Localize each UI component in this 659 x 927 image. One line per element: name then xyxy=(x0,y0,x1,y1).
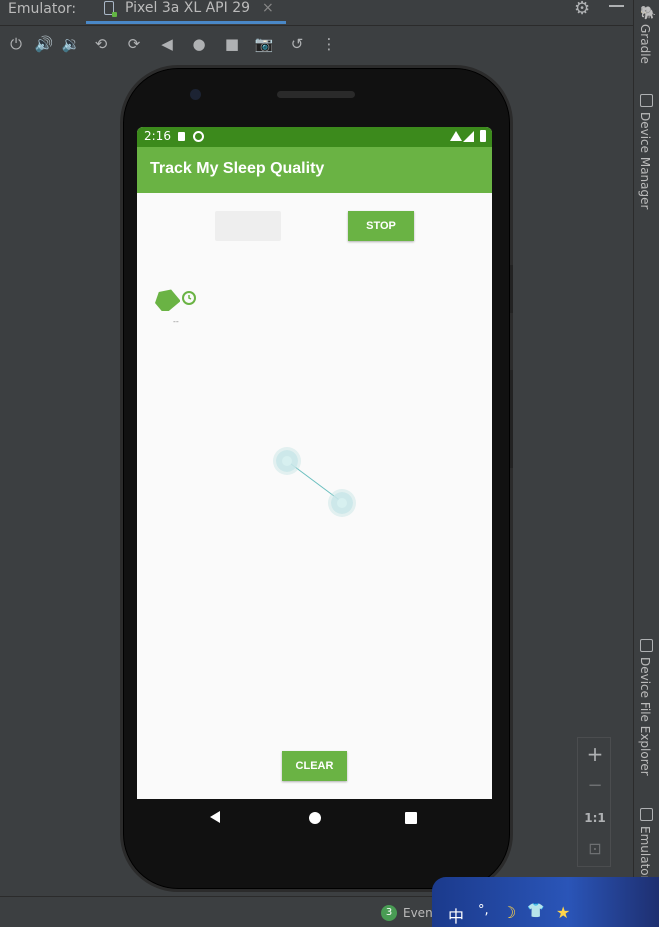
minimize-icon[interactable] xyxy=(609,5,624,7)
back-icon[interactable]: ◀ xyxy=(157,34,177,54)
rotate-left-icon[interactable]: ⟲ xyxy=(91,34,111,54)
night-quality-text: -- xyxy=(173,317,179,326)
sd-card-icon xyxy=(178,132,185,141)
event-log-tab[interactable]: Even xyxy=(403,906,433,920)
status-time: 2:16 xyxy=(144,129,171,143)
battery-icon xyxy=(480,130,486,142)
sleep-quality-icon xyxy=(155,289,180,311)
device-file-explorer-tool-tab[interactable]: Device File Explorer xyxy=(638,657,652,776)
device-file-explorer-icon xyxy=(640,639,653,652)
touch-point-two xyxy=(331,492,353,514)
device-icon xyxy=(104,1,117,17)
gradle-icon: 🐘 xyxy=(640,6,657,21)
wifi-icon xyxy=(450,131,462,141)
sync-icon xyxy=(193,131,204,142)
zoom-fit-button[interactable]: ⊡ xyxy=(578,839,612,858)
emulator-tab-bar: Emulator: Pixel 3a XL API 29 × ⚙ xyxy=(0,0,633,26)
gradle-tool-tab[interactable]: Gradle xyxy=(638,24,652,64)
emulator-toolbar: ⏻ 🔊 🔉 ⟲ ⟳ ◀ ● ■ 📷 ↺ ⋮ xyxy=(0,27,633,61)
star-icon[interactable]: ★ xyxy=(556,903,570,922)
touch-point-one xyxy=(276,450,298,472)
phone-volume-button[interactable] xyxy=(510,370,513,468)
more-icon[interactable]: ⋮ xyxy=(319,34,339,54)
power-icon[interactable]: ⏻ xyxy=(6,34,26,54)
device-manager-icon xyxy=(640,94,653,107)
zoom-panel: + − 1:1 ⊡ xyxy=(577,737,611,867)
clear-button[interactable]: CLEAR xyxy=(282,751,347,781)
volume-up-icon[interactable]: 🔊 xyxy=(34,34,54,54)
ime-toolbar: 中 °, ☽ 👕 ★ xyxy=(432,877,659,927)
snapshot-icon[interactable]: ↺ xyxy=(287,34,307,54)
right-tool-strip: 🐘 Gradle Device Manager Device File Expl… xyxy=(633,0,659,927)
ime-punctuation-button[interactable]: °, xyxy=(478,903,489,918)
app-title: Track My Sleep Quality xyxy=(150,160,325,177)
phone-power-button[interactable] xyxy=(510,265,513,313)
signal-icon xyxy=(463,131,474,142)
overview-icon[interactable]: ■ xyxy=(222,34,242,54)
home-icon[interactable]: ● xyxy=(189,34,209,54)
event-count-badge: 3 xyxy=(381,905,397,921)
zoom-out-button[interactable]: − xyxy=(578,775,612,796)
shirt-icon[interactable]: 👕 xyxy=(527,903,544,919)
moon-icon[interactable]: ☽ xyxy=(502,903,516,922)
nav-back-icon[interactable] xyxy=(210,811,220,823)
app-bar: Track My Sleep Quality xyxy=(137,147,492,193)
volume-down-icon[interactable]: 🔉 xyxy=(61,34,81,54)
stop-button[interactable]: STOP xyxy=(348,211,414,241)
android-studio-window: Emulator: Pixel 3a XL API 29 × ⚙ ⏻ 🔊 🔉 ⟲… xyxy=(0,0,659,927)
start-button[interactable] xyxy=(215,211,281,241)
earpiece-speaker xyxy=(277,91,355,98)
rotate-right-icon[interactable]: ⟳ xyxy=(124,34,144,54)
android-nav-bar xyxy=(137,799,492,837)
nav-recents-icon[interactable] xyxy=(405,812,417,824)
android-status-bar: 2:16 xyxy=(137,127,492,147)
emulator-tool-tab[interactable]: Emulator xyxy=(638,826,652,881)
zoom-in-button[interactable]: + xyxy=(578,742,612,766)
emulator-panel-label: Emulator: xyxy=(8,1,77,17)
gear-icon[interactable]: ⚙ xyxy=(574,0,590,19)
ime-mode-button[interactable]: 中 xyxy=(448,903,464,927)
clock-icon xyxy=(182,291,196,305)
device-screen[interactable]: 2:16 Track My Sleep Quality STOP -- CLEA… xyxy=(137,127,492,799)
nav-home-icon[interactable] xyxy=(309,812,321,824)
device-manager-tool-tab[interactable]: Device Manager xyxy=(638,112,652,209)
camera-icon[interactable]: 📷 xyxy=(254,34,274,54)
front-camera xyxy=(190,89,201,100)
emulator-icon xyxy=(640,808,653,821)
zoom-one-to-one-button[interactable]: 1:1 xyxy=(578,811,612,825)
device-tab[interactable]: Pixel 3a XL API 29 × xyxy=(86,0,286,24)
close-icon[interactable]: × xyxy=(262,0,274,17)
device-tab-label: Pixel 3a XL API 29 xyxy=(125,0,251,16)
